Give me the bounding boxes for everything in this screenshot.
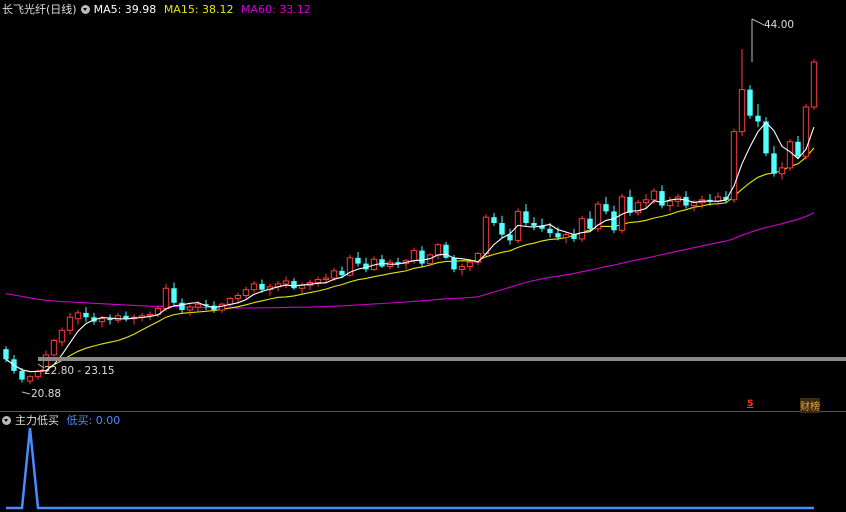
- candle-body: [234, 295, 242, 299]
- candle-body: [451, 257, 457, 270]
- candle-body: [355, 257, 361, 264]
- candle-body: [763, 121, 769, 154]
- candle-body: [179, 302, 185, 310]
- candle-body: [738, 89, 746, 133]
- candle-body: [642, 199, 650, 204]
- dropdown-toggle-icon[interactable]: [80, 5, 90, 14]
- candle-body: [603, 204, 609, 212]
- candle-body: [107, 318, 113, 321]
- candle-body: [50, 339, 58, 356]
- candle-body: [314, 279, 322, 283]
- candle-body: [627, 196, 633, 213]
- signal-s-marker[interactable]: S: [747, 399, 753, 409]
- candle-body: [226, 297, 234, 305]
- ma5-label: MA5: 39.98: [93, 3, 157, 16]
- candle-body: [611, 211, 617, 231]
- candle-body: [650, 190, 658, 201]
- candle-body: [507, 234, 513, 241]
- candle-body: [571, 234, 577, 239]
- candle-body: [339, 270, 345, 276]
- candle-body: [322, 277, 330, 281]
- range-label: 22.80 - 23.15: [44, 365, 115, 377]
- ma15-line: [5, 147, 815, 373]
- candle-body: [587, 218, 593, 229]
- candle-body: [466, 261, 474, 267]
- sub-legend: 主力低买 低买: 0.00: [2, 414, 124, 428]
- candle-body: [755, 115, 761, 122]
- low-marker-line: [21, 391, 31, 395]
- candle-body: [666, 200, 674, 207]
- candle-body: [795, 141, 801, 157]
- caibang-marker[interactable]: 财榜: [800, 398, 820, 413]
- indicator-value: 低买: 0.00: [66, 414, 121, 427]
- ma60-line: [5, 212, 815, 309]
- candle-body: [562, 234, 570, 239]
- candle-body: [58, 329, 66, 343]
- candle-body: [282, 280, 290, 285]
- candle-body: [330, 270, 338, 279]
- candle-body: [419, 250, 425, 264]
- candle-body: [547, 228, 553, 234]
- candle-body: [194, 303, 202, 308]
- high-price-label: 44.00: [764, 19, 795, 31]
- candle-body: [250, 283, 258, 291]
- candle-body: [683, 196, 689, 206]
- candle-body: [114, 315, 122, 321]
- candle-body: [474, 252, 482, 263]
- candle-body: [259, 283, 265, 290]
- ma15-label: MA15: 38.12: [163, 3, 234, 16]
- candle-body: [98, 318, 106, 323]
- candle-body: [659, 191, 665, 206]
- chart-canvas[interactable]: [0, 0, 846, 512]
- candle-body: [482, 216, 490, 254]
- candle-body: [523, 211, 529, 223]
- candle-body: [186, 306, 194, 311]
- low-price-label: 20.88: [31, 388, 62, 400]
- candle-body: [162, 287, 170, 310]
- indicator-series: [6, 427, 814, 510]
- ma60-layer: [5, 212, 815, 309]
- candle-body: [531, 223, 537, 226]
- ma60-label: MA60: 33.12: [241, 3, 311, 16]
- high-marker-arrow: [751, 18, 765, 26]
- dropdown-toggle-icon[interactable]: [2, 416, 11, 425]
- candle-body: [291, 281, 297, 289]
- candlestick-series: [3, 49, 818, 385]
- candle-body: [242, 289, 250, 297]
- candle-body: [778, 167, 786, 175]
- candle-body: [218, 303, 226, 311]
- candle-body: [434, 244, 442, 256]
- candle-body: [499, 223, 505, 235]
- candle-body: [690, 202, 698, 207]
- candle-body: [555, 233, 561, 238]
- ma5-layer: [5, 121, 815, 373]
- candle-body: [771, 153, 777, 174]
- candle-body: [74, 312, 82, 320]
- candle-body: [747, 89, 753, 116]
- candle-body: [19, 370, 25, 380]
- candle-body: [3, 349, 9, 360]
- candle-body: [491, 217, 497, 223]
- ma5-line: [5, 121, 815, 373]
- candle-body: [578, 218, 586, 240]
- indicator-line: [6, 427, 814, 510]
- candle-body: [410, 250, 418, 262]
- candle-body: [83, 312, 89, 318]
- candle-body: [786, 141, 794, 169]
- candle-body: [443, 244, 449, 258]
- ma15-layer: [5, 147, 815, 373]
- main-legend: 长飞光纤(日线) MA5: 39.98 MA15: 38.12 MA60: 33.…: [2, 3, 315, 17]
- range-bar: [38, 357, 846, 361]
- indicator-title: 主力低买: [15, 414, 59, 427]
- candle-body: [810, 61, 818, 108]
- candle-body: [66, 316, 74, 331]
- candle-body: [171, 288, 177, 303]
- candle-body: [26, 376, 34, 382]
- chart-title: 长飞光纤(日线): [2, 3, 77, 16]
- candle-body: [458, 266, 466, 270]
